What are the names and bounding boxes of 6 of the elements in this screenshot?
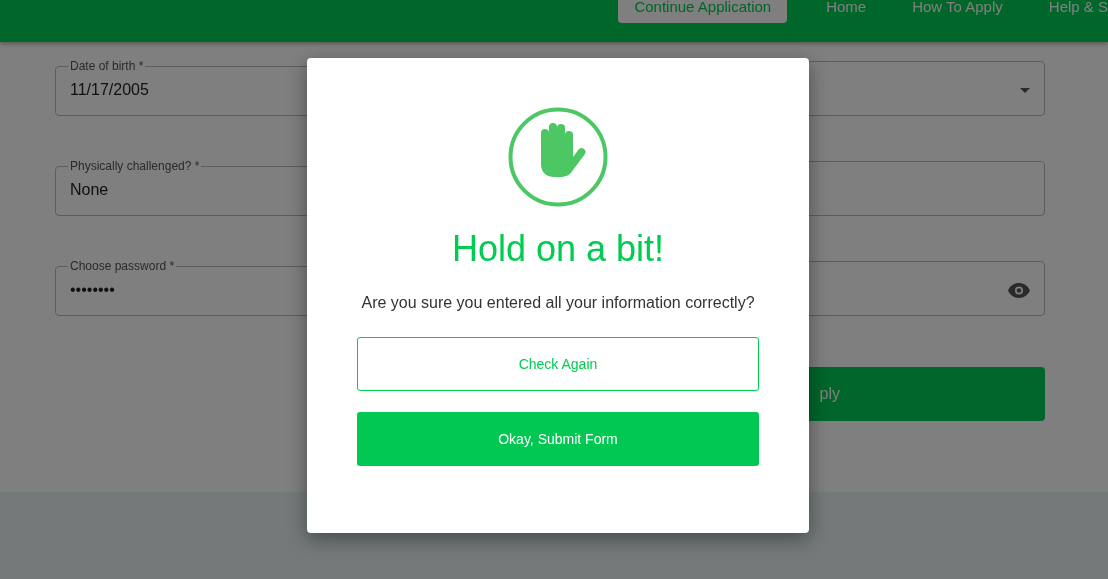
field-label: Date of birth *	[69, 61, 145, 71]
field-value: ••••••••	[70, 281, 115, 299]
field-label: Physically challenged? *	[69, 161, 201, 171]
field-value: 11/17/2005	[70, 81, 149, 99]
field-value: None	[70, 181, 109, 199]
field-label: Choose password *	[69, 261, 176, 271]
